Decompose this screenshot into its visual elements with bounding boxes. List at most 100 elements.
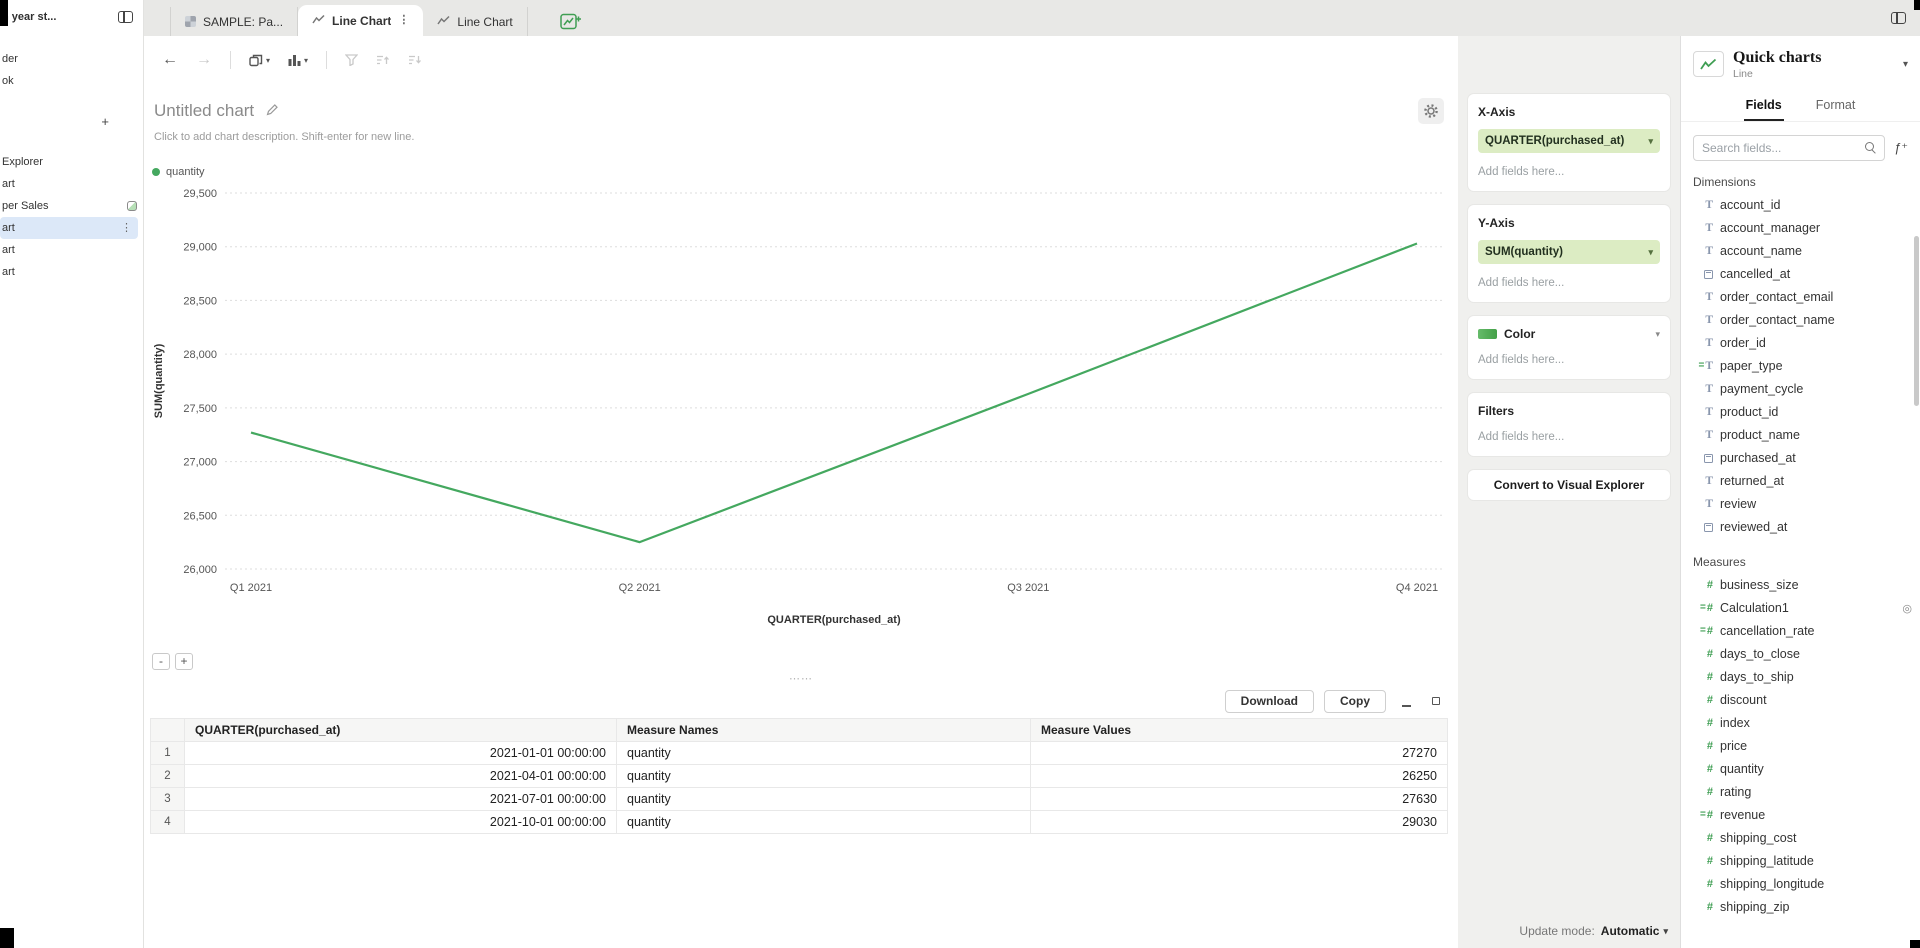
- field-item[interactable]: order_contact_name: [1681, 309, 1920, 332]
- field-item[interactable]: cancelled_at: [1681, 263, 1920, 286]
- filters-drop-zone[interactable]: Add fields here...: [1478, 431, 1660, 443]
- sidebar-item[interactable]: art: [0, 239, 143, 261]
- zoom-out-button[interactable]: -: [152, 653, 170, 670]
- field-item[interactable]: price: [1681, 735, 1920, 758]
- field-item[interactable]: days_to_close: [1681, 643, 1920, 666]
- field-item[interactable]: returned_at: [1681, 470, 1920, 493]
- field-item[interactable]: = Calculation1 ◎: [1681, 597, 1920, 620]
- field-item[interactable]: discount: [1681, 689, 1920, 712]
- x-axis-drop-zone[interactable]: Add fields here...: [1478, 166, 1660, 178]
- cell-quarter[interactable]: 2021-07-01 00:00:00: [185, 788, 617, 811]
- sidebar-toggle-icon[interactable]: [118, 11, 133, 23]
- tab-sample-workbook[interactable]: SAMPLE: Pa...: [170, 7, 298, 36]
- cell-quarter[interactable]: 2021-04-01 00:00:00: [185, 765, 617, 788]
- collapse-table-icon[interactable]: [1396, 691, 1416, 711]
- field-item[interactable]: reviewed_at: [1681, 516, 1920, 539]
- cell-measure-value[interactable]: 29030: [1031, 811, 1448, 834]
- tab-menu-icon[interactable]: ⋮: [398, 15, 409, 26]
- add-calculation-button[interactable]: ƒ⁺: [1892, 139, 1910, 156]
- add-element-button[interactable]: [554, 6, 588, 36]
- field-item[interactable]: rating: [1681, 781, 1920, 804]
- sidebar-item[interactable]: art ⋮: [0, 217, 138, 239]
- table-row[interactable]: 2 2021-04-01 00:00:00 quantity 26250: [151, 765, 1448, 788]
- add-page-button[interactable]: +: [0, 106, 143, 137]
- field-item[interactable]: shipping_latitude: [1681, 850, 1920, 873]
- field-item[interactable]: account_manager: [1681, 217, 1920, 240]
- cell-quarter[interactable]: 2021-01-01 00:00:00: [185, 742, 617, 765]
- item-menu-icon[interactable]: ⋮: [121, 223, 132, 234]
- chart-title[interactable]: Untitled chart: [154, 101, 254, 121]
- sidebar-item[interactable]: art: [0, 261, 143, 283]
- line-chart[interactable]: 26,00026,50027,00027,50028,00028,50029,0…: [150, 179, 1450, 629]
- copy-button[interactable]: Copy: [1324, 690, 1386, 713]
- sidebar-item[interactable]: per Sales: [0, 195, 143, 217]
- cell-measure-value[interactable]: 27270: [1031, 742, 1448, 765]
- download-button[interactable]: Download: [1225, 690, 1314, 713]
- field-item[interactable]: shipping_zip: [1681, 896, 1920, 919]
- field-item[interactable]: order_id: [1681, 332, 1920, 355]
- field-item[interactable]: shipping_cost: [1681, 827, 1920, 850]
- cell-measure-name[interactable]: quantity: [617, 742, 1031, 765]
- column-header[interactable]: Measure Names: [617, 719, 1031, 742]
- panel-resize-handle[interactable]: ⋯⋯: [144, 670, 1458, 686]
- tab-format[interactable]: Format: [1814, 89, 1858, 121]
- field-item[interactable]: product_name: [1681, 424, 1920, 447]
- cell-measure-value[interactable]: 27630: [1031, 788, 1448, 811]
- chevron-down-icon[interactable]: ▾: [1648, 247, 1653, 258]
- column-header[interactable]: Measure Values: [1031, 719, 1448, 742]
- field-item[interactable]: index: [1681, 712, 1920, 735]
- field-item[interactable]: quantity: [1681, 758, 1920, 781]
- tab-line-chart-active[interactable]: Line Chart ⋮: [298, 5, 423, 36]
- field-item[interactable]: order_contact_email: [1681, 286, 1920, 309]
- color-drop-zone[interactable]: Add fields here...: [1478, 354, 1660, 366]
- field-item[interactable]: product_id: [1681, 401, 1920, 424]
- scrollbar-thumb[interactable]: [1914, 236, 1919, 406]
- cell-measure-name[interactable]: quantity: [617, 811, 1031, 834]
- sidebar-item[interactable]: ok: [0, 70, 143, 92]
- chart-type-button[interactable]: ▾: [288, 54, 308, 66]
- convert-to-visual-explorer-button[interactable]: Convert to Visual Explorer: [1468, 470, 1670, 500]
- table-row[interactable]: 1 2021-01-01 00:00:00 quantity 27270: [151, 742, 1448, 765]
- field-item[interactable]: business_size: [1681, 574, 1920, 597]
- sort-descending-button[interactable]: [408, 54, 422, 66]
- expand-table-icon[interactable]: [1426, 691, 1446, 711]
- field-item[interactable]: days_to_ship: [1681, 666, 1920, 689]
- sidebar-item[interactable]: art: [0, 173, 143, 195]
- edit-title-icon[interactable]: [266, 103, 279, 119]
- field-item[interactable]: review: [1681, 493, 1920, 516]
- field-item[interactable]: = paper_type: [1681, 355, 1920, 378]
- field-item[interactable]: = revenue: [1681, 804, 1920, 827]
- chevron-down-icon[interactable]: ▾: [1648, 136, 1653, 147]
- sidebar-item[interactable]: der: [0, 48, 143, 70]
- cell-measure-name[interactable]: quantity: [617, 765, 1031, 788]
- chart-settings-button[interactable]: [1418, 98, 1444, 124]
- chevron-down-icon[interactable]: ▾: [1655, 329, 1660, 340]
- y-axis-field-pill[interactable]: SUM(quantity) ▾: [1478, 240, 1660, 264]
- x-axis-field-pill[interactable]: QUARTER(purchased_at) ▾: [1478, 129, 1660, 153]
- sidebar-item[interactable]: Explorer: [0, 151, 143, 173]
- duplicate-element-button[interactable]: ▾: [249, 54, 270, 67]
- tab-line-chart-2[interactable]: Line Chart: [423, 7, 527, 36]
- chart-description-placeholder[interactable]: Click to add chart description. Shift-en…: [154, 131, 1444, 143]
- field-item[interactable]: account_id: [1681, 194, 1920, 217]
- cell-measure-value[interactable]: 26250: [1031, 765, 1448, 788]
- table-row[interactable]: 3 2021-07-01 00:00:00 quantity 27630: [151, 788, 1448, 811]
- redo-button[interactable]: →: [196, 52, 212, 68]
- column-header[interactable]: [151, 719, 185, 742]
- cell-quarter[interactable]: 2021-10-01 00:00:00: [185, 811, 617, 834]
- cell-measure-name[interactable]: quantity: [617, 788, 1031, 811]
- field-item[interactable]: purchased_at: [1681, 447, 1920, 470]
- search-input[interactable]: [1693, 135, 1885, 161]
- panel-toggle-icon[interactable]: [1891, 12, 1906, 24]
- field-item[interactable]: payment_cycle: [1681, 378, 1920, 401]
- update-mode-dropdown[interactable]: Automatic ▾: [1601, 924, 1668, 938]
- y-axis-drop-zone[interactable]: Add fields here...: [1478, 277, 1660, 289]
- undo-button[interactable]: ←: [162, 52, 178, 68]
- tab-fields[interactable]: Fields: [1744, 89, 1784, 121]
- field-item[interactable]: = cancellation_rate: [1681, 620, 1920, 643]
- field-item[interactable]: account_name: [1681, 240, 1920, 263]
- column-header[interactable]: QUARTER(purchased_at): [185, 719, 617, 742]
- chevron-down-icon[interactable]: ▾: [1903, 59, 1908, 70]
- sort-ascending-button[interactable]: [376, 54, 390, 66]
- field-item[interactable]: shipping_longitude: [1681, 873, 1920, 896]
